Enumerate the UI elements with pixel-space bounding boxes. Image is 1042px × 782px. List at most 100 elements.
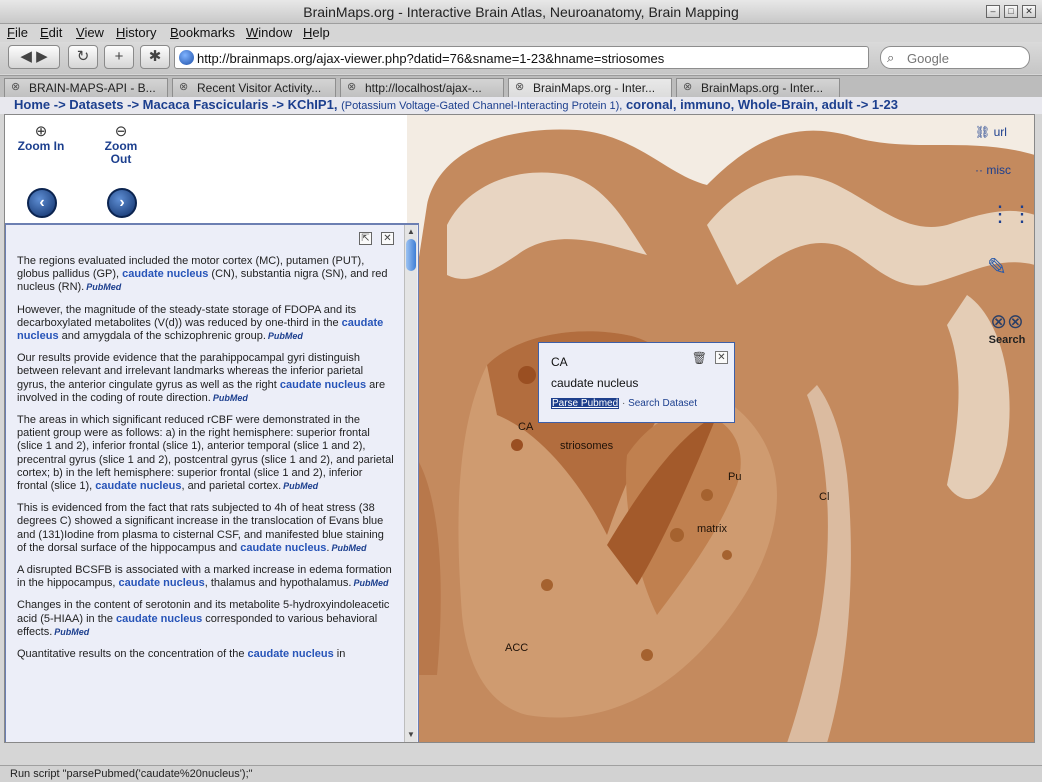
breadcrumb-species[interactable]: Macaca Fascicularis xyxy=(143,97,269,112)
parse-pubmed-link[interactable]: Parse Pubmed xyxy=(551,398,620,409)
breadcrumb-sep: -> xyxy=(53,97,66,112)
breadcrumb-stain-full: (Potassium Voltage-Gated Channel-Interac… xyxy=(341,100,623,112)
tab-5[interactable]: ⊗ BrainMaps.org - Inter... xyxy=(676,78,840,97)
tab-label: BrainMaps.org - Inter... xyxy=(533,81,656,95)
pubmed-link[interactable]: PubMed xyxy=(353,578,388,588)
pubmed-link[interactable]: PubMed xyxy=(86,282,121,292)
window-title: BrainMaps.org - Interactive Brain Atlas,… xyxy=(303,4,739,20)
search-bar[interactable]: ⌕ xyxy=(880,46,1030,69)
menu-window[interactable]: Window xyxy=(246,25,292,40)
trash-icon[interactable]: 🗑 xyxy=(692,351,707,365)
search-tool-button[interactable]: ⊗⊗ Search xyxy=(987,309,1027,346)
url-link[interactable]: ⛓ url xyxy=(975,125,1007,139)
search-input[interactable] xyxy=(907,49,1025,67)
zoom-out-button[interactable]: ⊖ Zoom Out xyxy=(96,124,146,166)
result-text: , and parietal cortex. xyxy=(181,480,282,493)
plus-icon: + xyxy=(114,48,124,65)
menu-edit[interactable]: Edit xyxy=(40,25,62,40)
tab-1[interactable]: ⊗ BRAIN-MAPS-API - B... xyxy=(4,78,168,97)
tab-close-icon[interactable]: ⊗ xyxy=(515,82,527,94)
arrow-left-icon: ‹ xyxy=(39,194,45,211)
pubmed-link[interactable]: PubMed xyxy=(283,481,318,491)
keyword-link[interactable]: caudate nucleus xyxy=(248,648,334,660)
panel-scrollbar[interactable]: ▲ ▼ xyxy=(404,225,417,742)
back-forward-buttons[interactable]: ◀ ▶ xyxy=(8,45,60,69)
tree-icon[interactable]: ⋮⋮ xyxy=(989,201,1033,227)
region-name: caudate nucleus xyxy=(551,376,639,390)
label-acc: ACC xyxy=(505,642,529,654)
pubmed-link[interactable]: PubMed xyxy=(213,393,248,403)
keyword-link[interactable]: caudate nucleus xyxy=(119,577,205,589)
breadcrumb-sep: -> xyxy=(127,97,140,112)
tab-3[interactable]: ⊗ http://localhost/ajax-... xyxy=(340,78,504,97)
tab-bar: ⊗ BRAIN-MAPS-API - B... ⊗ Recent Visitor A… xyxy=(0,75,1042,97)
next-section-button[interactable]: › xyxy=(107,188,137,218)
pubmed-result-item: The regions evaluated included the motor… xyxy=(17,255,396,295)
url-link-label: url xyxy=(993,125,1007,139)
new-tab-button[interactable]: + xyxy=(104,45,134,69)
keyword-link[interactable]: caudate nucleus xyxy=(122,268,208,280)
zoom-in-button[interactable]: ⊕ Zoom In xyxy=(16,124,66,153)
breadcrumb-section: 1-23 xyxy=(871,97,898,112)
pubmed-link[interactable]: PubMed xyxy=(331,543,366,553)
maximize-icon[interactable]: □ xyxy=(1004,5,1018,18)
arrow-right-icon: › xyxy=(119,194,125,211)
pubmed-result-item: Quantitative results on the concentratio… xyxy=(17,648,396,661)
menu-help[interactable]: Help xyxy=(303,25,330,40)
tab-close-icon[interactable]: ⊗ xyxy=(347,82,359,94)
binoculars-icon: ⊗⊗ xyxy=(990,311,1024,333)
bug-button[interactable]: ✱ xyxy=(140,45,170,69)
url-input[interactable] xyxy=(197,49,857,67)
keyword-link[interactable]: caudate nucleus xyxy=(95,480,181,492)
globe-icon xyxy=(179,50,194,65)
close-icon[interactable]: ✕ xyxy=(1022,5,1036,18)
keyword-link[interactable]: caudate nucleus xyxy=(116,613,202,625)
pubmed-link[interactable]: PubMed xyxy=(268,331,303,341)
back-icon[interactable]: ◀ xyxy=(20,48,32,65)
breadcrumb-sep: -> xyxy=(856,97,869,112)
pubmed-result-item: However, the magnitude of the steady-sta… xyxy=(17,304,396,344)
menu-bookmarks[interactable]: Bookmarks xyxy=(170,25,235,40)
menu-view[interactable]: View xyxy=(76,25,104,40)
popout-icon[interactable]: ⇱ xyxy=(359,232,372,245)
popup-close-icon[interactable]: ✕ xyxy=(715,351,728,364)
menu-file[interactable]: File xyxy=(7,25,28,40)
search-dataset-link[interactable]: Search Dataset xyxy=(628,398,697,409)
breadcrumb-datasets[interactable]: Datasets xyxy=(69,97,123,112)
result-text: in xyxy=(333,648,346,661)
menu-bar: File Edit View History Bookmarks Window … xyxy=(0,24,1042,42)
forward-icon[interactable]: ▶ xyxy=(36,48,48,65)
scroll-thumb[interactable] xyxy=(406,239,416,271)
misc-link[interactable]: ·· misc xyxy=(975,163,1011,177)
region-popup: CA 🗑 ✕ caudate nucleus Parse Pubmed · Se… xyxy=(538,342,735,423)
title-bar: BrainMaps.org - Interactive Brain Atlas,… xyxy=(0,0,1042,24)
keyword-link[interactable]: caudate nucleus xyxy=(280,379,366,391)
result-text: However, the magnitude of the steady-sta… xyxy=(17,303,357,329)
breadcrumb-details[interactable]: coronal, immuno, Whole-Brain, adult xyxy=(626,97,853,112)
tab-4[interactable]: ⊗ BrainMaps.org - Inter... xyxy=(508,78,672,97)
reload-button[interactable]: ↻ xyxy=(68,45,98,69)
tab-2[interactable]: ⊗ Recent Visitor Activity... xyxy=(172,78,336,97)
keyword-link[interactable]: caudate nucleus xyxy=(240,542,326,554)
notepad-icon[interactable]: ✎ xyxy=(987,253,1007,282)
minimize-icon[interactable]: – xyxy=(986,5,1000,18)
popup-links: Parse Pubmed · Search Dataset xyxy=(551,398,697,409)
menu-history[interactable]: History xyxy=(116,25,156,40)
pubmed-results-list: The regions evaluated included the motor… xyxy=(17,255,396,742)
result-text: and amygdala of the schizophrenic group. xyxy=(58,330,266,343)
breadcrumb-home[interactable]: Home xyxy=(14,97,50,112)
scroll-down-icon[interactable]: ▼ xyxy=(405,730,417,742)
tab-close-icon[interactable]: ⊗ xyxy=(179,82,191,94)
tab-close-icon[interactable]: ⊗ xyxy=(683,82,695,94)
viewer-area: ⊕ Zoom In ⊖ Zoom Out ‹ › ⛓ url ·· misc ⋮… xyxy=(4,114,1035,743)
breadcrumb-stain[interactable]: KChIP1, xyxy=(288,97,338,112)
pubmed-link[interactable]: PubMed xyxy=(54,627,89,637)
brain-section-image[interactable] xyxy=(407,115,1035,743)
previous-section-button[interactable]: ‹ xyxy=(27,188,57,218)
result-text: , thalamus and hypothalamus. xyxy=(204,577,352,590)
panel-close-icon[interactable]: ✕ xyxy=(381,232,394,245)
scroll-up-icon[interactable]: ▲ xyxy=(405,227,417,239)
address-bar[interactable] xyxy=(174,46,869,69)
tab-close-icon[interactable]: ⊗ xyxy=(11,82,23,94)
reload-icon: ↻ xyxy=(76,48,90,65)
